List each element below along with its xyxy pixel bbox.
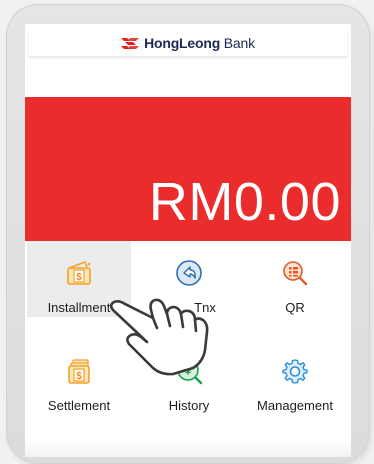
svg-text:$: $ bbox=[76, 272, 82, 283]
installment-wallet-dollar-icon: $ bbox=[67, 261, 91, 285]
menu-qr[interactable]: QR bbox=[243, 241, 347, 317]
menu-label-qr: QR bbox=[285, 300, 305, 315]
app-header: HongLeong Bank bbox=[29, 30, 347, 56]
app-screen: HongLeong Bank RM0.00 $ Installment Tnx bbox=[25, 24, 351, 457]
bank-brand-text: HongLeong bbox=[144, 35, 221, 51]
settlement-stack-dollar-icon: $ bbox=[68, 359, 90, 384]
bank-logo: HongLeong Bank bbox=[121, 35, 255, 51]
svg-text:$: $ bbox=[76, 371, 82, 382]
bank-suffix-text: Bank bbox=[223, 35, 255, 51]
balance-amount: RM0.00 bbox=[148, 172, 341, 232]
pointing-hand-icon bbox=[109, 298, 209, 376]
hong-leong-bank-logo-icon bbox=[121, 38, 140, 49]
qr-search-icon bbox=[283, 261, 308, 286]
balance-banner: RM0.00 bbox=[25, 97, 351, 241]
management-gear-icon bbox=[282, 359, 308, 384]
menu-label-history: History bbox=[168, 398, 210, 413]
menu-label-settlement: Settlement bbox=[47, 398, 111, 413]
screen-bottom-fade bbox=[25, 437, 351, 457]
menu-management[interactable]: Management bbox=[243, 339, 347, 415]
bank-name: HongLeong Bank bbox=[144, 35, 255, 51]
menu-label-management: Management bbox=[257, 398, 333, 413]
